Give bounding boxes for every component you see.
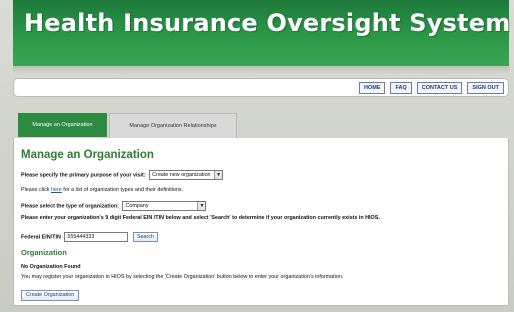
organization-status: No Organization Found: [21, 264, 81, 270]
chevron-down-icon: ▼: [197, 202, 206, 210]
search-button[interactable]: Search: [132, 232, 158, 242]
app-title: Health Insurance Oversight System: [24, 9, 511, 37]
purpose-row: Please specify the primary purpose of yo…: [21, 170, 224, 180]
nav-buttons: HOME FAQ CONTACT US SIGN OUT: [358, 82, 504, 94]
contact-us-button[interactable]: CONTACT US: [416, 82, 463, 94]
purpose-select[interactable]: Create new organization ▼: [149, 170, 224, 180]
purpose-label: Please specify the primary purpose of yo…: [21, 172, 146, 179]
ein-row: Federal EIN/TIN 555444333 Search: [21, 232, 158, 242]
types-help-row: Please click here for a list of organiza…: [21, 187, 183, 193]
chevron-down-icon: ▼: [214, 171, 223, 179]
main-panel: Manage an Organization Please specify th…: [13, 138, 509, 306]
purpose-select-value: Create new organization: [152, 172, 211, 178]
create-organization-button[interactable]: Create Organization: [21, 290, 80, 301]
tab-manage-organization[interactable]: Manage an Organization: [18, 113, 107, 137]
org-type-label: Please select the type of organization:: [21, 203, 119, 210]
organization-heading: Organization: [21, 248, 67, 257]
types-help-prefix: Please click: [21, 187, 51, 193]
org-type-select[interactable]: Company ▼: [122, 201, 207, 211]
page-title: Manage an Organization: [21, 149, 154, 161]
types-help-suffix: for a list of organization types and the…: [61, 187, 184, 193]
org-type-row: Please select the type of organization: …: [21, 201, 207, 211]
app-window: Health Insurance Oversight System HOME F…: [0, 0, 514, 312]
ein-label: Federal EIN/TIN: [21, 234, 61, 241]
tab-manage-organization-relationships[interactable]: Manage Organization Relationships: [109, 113, 237, 139]
types-help-link[interactable]: here: [51, 187, 62, 193]
top-nav-bar: HOME FAQ CONTACT US SIGN OUT: [13, 78, 509, 97]
faq-button[interactable]: FAQ: [390, 82, 412, 94]
organization-message: You may register your organization in HI…: [21, 274, 344, 280]
header-banner: Health Insurance Oversight System: [13, 0, 511, 74]
tab-bar: Manage an Organization Manage Organizati…: [13, 110, 507, 139]
home-button[interactable]: HOME: [358, 82, 386, 94]
sign-out-button[interactable]: SIGN OUT: [467, 82, 504, 94]
org-type-select-value: Company: [125, 203, 149, 209]
ein-instruction: Please enter your organization's 9 digit…: [21, 215, 380, 221]
ein-input[interactable]: 555444333: [64, 232, 129, 242]
